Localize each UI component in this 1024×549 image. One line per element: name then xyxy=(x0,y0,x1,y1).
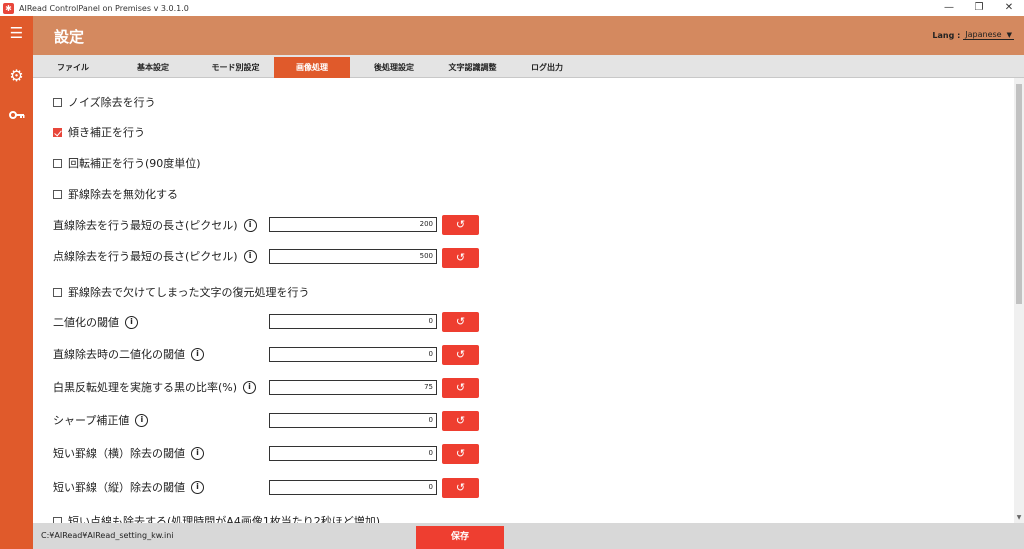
short-h-line-input[interactable]: 0 xyxy=(269,446,437,461)
sidebar: ☰ ⚙ xyxy=(0,16,33,549)
binarize-threshold-reset-button[interactable]: ↺ xyxy=(442,312,479,332)
invert-ratio-row: 白黒反転処理を実施する黒の比率(%) i xyxy=(53,378,257,396)
rotation-correction-option[interactable]: 回転補正を行う(90度単位) xyxy=(53,154,201,172)
short-h-line-row: 短い罫線（横）除去の閾値 i xyxy=(53,444,204,462)
rotation-correction-checkbox[interactable] xyxy=(53,158,62,168)
lang-label: Lang : xyxy=(932,30,961,40)
dropdown-arrow-icon: ▼ xyxy=(1006,30,1012,39)
info-icon[interactable]: i xyxy=(135,413,149,427)
min-line-length-label: 直線除去を行う最短の長さ(ピクセル) xyxy=(53,219,238,232)
short-v-line-reset-button[interactable]: ↺ xyxy=(442,478,479,498)
min-dotline-length-label: 点線除去を行う最短の長さ(ピクセル) xyxy=(53,250,238,263)
vertical-scrollbar[interactable]: ▼ xyxy=(1014,78,1024,523)
hamburger-menu-icon[interactable]: ☰ xyxy=(0,24,33,42)
scroll-down-arrow-icon[interactable]: ▼ xyxy=(1015,514,1023,522)
disable-line-removal-option[interactable]: 罫線除去を無効化する xyxy=(53,185,178,203)
info-icon[interactable]: i xyxy=(191,347,204,361)
skew-correction-checkbox[interactable] xyxy=(53,127,62,137)
language-selector[interactable]: Lang : Japanese ▼ xyxy=(932,30,1014,40)
rotation-correction-label: 回転補正を行う(90度単位) xyxy=(68,157,201,170)
sharpen-row: シャープ補正値 i xyxy=(53,411,149,429)
min-dotline-length-input[interactable]: 500 xyxy=(269,249,437,264)
app-logo-icon: ✱ xyxy=(3,2,14,14)
maximize-button[interactable]: ❐ xyxy=(964,0,994,16)
tab-log-output[interactable]: ログ出力 xyxy=(517,57,577,78)
line-binarize-threshold-label: 直線除去時の二値化の閾値 xyxy=(53,348,185,361)
license-key-icon[interactable] xyxy=(0,106,33,124)
tab-post-processing[interactable]: 後処理設定 xyxy=(359,57,429,78)
sharpen-reset-button[interactable]: ↺ xyxy=(442,411,479,431)
sharpen-input[interactable]: 0 xyxy=(269,413,437,428)
scrollbar-thumb[interactable] xyxy=(1016,84,1022,304)
min-dotline-length-row: 点線除去を行う最短の長さ(ピクセル) i xyxy=(53,247,257,265)
settings-file-path: C:¥AIRead¥AIRead_setting_kw.ini xyxy=(41,531,174,540)
tab-file[interactable]: ファイル xyxy=(43,57,103,78)
min-dotline-length-reset-button[interactable]: ↺ xyxy=(442,248,479,268)
window-title: AIRead ControlPanel on Premises v 3.0.1.… xyxy=(19,3,189,13)
close-button[interactable]: ✕ xyxy=(994,0,1024,16)
save-button[interactable]: 保存 xyxy=(416,526,504,549)
invert-ratio-label: 白黒反転処理を実施する黒の比率(%) xyxy=(53,381,238,394)
window-titlebar: ✱ AIRead ControlPanel on Premises v 3.0.… xyxy=(0,0,1024,16)
info-icon[interactable]: i xyxy=(243,218,257,232)
line-binarize-threshold-row: 直線除去時の二値化の閾値 i xyxy=(53,345,204,363)
short-v-line-input[interactable]: 0 xyxy=(269,480,437,495)
restore-chars-label: 罫線除去で欠けてしまった文字の復元処理を行う xyxy=(68,286,310,299)
line-binarize-threshold-input[interactable]: 0 xyxy=(269,347,437,362)
info-icon[interactable]: i xyxy=(243,249,257,263)
info-icon[interactable]: i xyxy=(191,480,204,494)
line-binarize-threshold-reset-button[interactable]: ↺ xyxy=(442,345,479,365)
min-line-length-reset-button[interactable]: ↺ xyxy=(442,215,479,235)
binarize-threshold-row: 二値化の閾値 i xyxy=(53,313,138,331)
binarize-threshold-label: 二値化の閾値 xyxy=(53,316,119,329)
window-controls: — ❐ ✕ xyxy=(934,0,1024,16)
skew-correction-label: 傾き補正を行う xyxy=(68,126,145,139)
disable-line-removal-checkbox[interactable] xyxy=(53,189,62,199)
settings-panel: ノイズ除去を行う 傾き補正を行う 回転補正を行う(90度単位) 罫線除去を無効化… xyxy=(33,78,1014,523)
binarize-threshold-input[interactable]: 0 xyxy=(269,314,437,329)
lang-dropdown[interactable]: Japanese ▼ xyxy=(963,30,1014,40)
restore-chars-checkbox[interactable] xyxy=(53,287,62,297)
sharpen-label: シャープ補正値 xyxy=(53,414,130,427)
tab-image-processing[interactable]: 画像処理 xyxy=(274,57,350,78)
lang-value: Japanese xyxy=(965,30,1002,39)
header: 設定 Lang : Japanese ▼ xyxy=(33,16,1024,55)
short-h-line-reset-button[interactable]: ↺ xyxy=(442,444,479,464)
key-icon xyxy=(8,111,24,119)
skew-correction-option[interactable]: 傾き補正を行う xyxy=(53,123,145,141)
minimize-button[interactable]: — xyxy=(934,0,964,16)
short-v-line-row: 短い罫線（縦）除去の閾値 i xyxy=(53,478,204,496)
min-line-length-input[interactable]: 200 xyxy=(269,217,437,232)
min-line-length-row: 直線除去を行う最短の長さ(ピクセル) i xyxy=(53,216,257,234)
noise-removal-option[interactable]: ノイズ除去を行う xyxy=(53,93,156,111)
footer: C:¥AIRead¥AIRead_setting_kw.ini 保存 xyxy=(33,523,1024,549)
disable-line-removal-label: 罫線除去を無効化する xyxy=(68,188,178,201)
invert-ratio-input[interactable]: 75 xyxy=(269,380,437,395)
tab-bar: ファイル 基本設定 モード別設定 画像処理 後処理設定 文字認識調整 ログ出力 xyxy=(33,55,1024,78)
tab-mode-settings[interactable]: モード別設定 xyxy=(198,57,273,78)
info-icon[interactable]: i xyxy=(243,380,257,394)
short-h-line-label: 短い罫線（横）除去の閾値 xyxy=(53,447,185,460)
short-dotline-label: 短い点線も除去する(処理時間がA4画像1枚当たり2秒ほど増加) xyxy=(68,515,381,523)
info-icon[interactable]: i xyxy=(125,315,138,329)
short-dotline-option[interactable]: 短い点線も除去する(処理時間がA4画像1枚当たり2秒ほど増加) xyxy=(53,512,380,523)
tab-character-recognition[interactable]: 文字認識調整 xyxy=(435,57,510,78)
settings-gear-icon[interactable]: ⚙ xyxy=(0,66,33,85)
page-title: 設定 xyxy=(54,28,85,46)
info-icon[interactable]: i xyxy=(191,446,204,460)
noise-removal-checkbox[interactable] xyxy=(53,97,62,107)
invert-ratio-reset-button[interactable]: ↺ xyxy=(442,378,479,398)
noise-removal-label: ノイズ除去を行う xyxy=(68,96,156,109)
short-v-line-label: 短い罫線（縦）除去の閾値 xyxy=(53,481,185,494)
restore-chars-option[interactable]: 罫線除去で欠けてしまった文字の復元処理を行う xyxy=(53,283,310,301)
tab-basic-settings[interactable]: 基本設定 xyxy=(123,57,183,78)
